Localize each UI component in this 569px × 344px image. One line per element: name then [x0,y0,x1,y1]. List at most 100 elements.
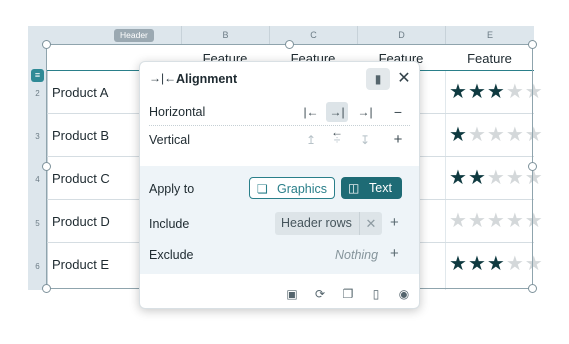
graphics-label: Graphics [277,182,328,196]
row-handle-icon[interactable]: ≡ [31,69,44,82]
product-cell: Product A [52,85,109,100]
star-filled-icon[interactable]: ★ [449,81,468,103]
refresh-icon[interactable]: ⟳ [312,286,328,302]
vertical-label: Vertical [149,133,190,147]
align-right-button[interactable]: →| [354,102,376,122]
add-vertical-button[interactable]: + [387,130,409,150]
product-cell: Product C [52,171,110,186]
product-cell: Product E [52,257,110,272]
column-header-e[interactable]: E [445,26,534,45]
preview-icon[interactable]: ◉ [396,286,412,302]
header-cell[interactable]: Feature [445,51,534,66]
star-filled-icon[interactable]: ★ [449,167,468,189]
star-empty-icon[interactable]: ★ [525,253,544,275]
star-empty-icon[interactable]: ★ [525,124,544,146]
apply-to-label: Apply to [149,182,195,196]
star-empty-icon[interactable]: ★ [487,167,506,189]
star-rating[interactable]: ★★★★★ [449,82,544,102]
plus-icon: + [393,131,403,148]
column-header-d[interactable]: D [357,26,445,45]
pin-icon: ▮ [374,72,382,86]
column-header-c[interactable]: C [269,26,357,45]
column-header-badge: Header [114,29,154,42]
text-label: Text [369,181,392,195]
star-rating[interactable]: ★★★★★ [449,211,544,231]
star-empty-icon[interactable]: ★ [506,81,525,103]
remove-chip-icon[interactable]: ✕ [359,212,382,235]
star-empty-icon[interactable]: ★ [506,210,525,232]
resize-handle[interactable] [528,284,537,293]
star-filled-icon[interactable]: ★ [487,253,506,275]
include-chip-label: Header rows [281,216,352,230]
text-toggle[interactable]: ◫ Text [341,177,402,199]
row-number: 3 [35,132,40,141]
resize-handle[interactable] [42,284,51,293]
resize-handle[interactable] [528,162,537,171]
add-exclude-button[interactable]: + [390,245,399,262]
star-filled-icon[interactable]: ★ [468,253,487,275]
align-middle-icon: ÷ [333,133,341,147]
column-header-a[interactable]: Header [47,26,181,45]
star-empty-icon[interactable]: ★ [487,210,506,232]
align-center-button[interactable]: →|← [326,102,348,139]
graphics-toggle[interactable]: ❏ Graphics [249,177,335,199]
resize-handle[interactable] [285,40,294,49]
save-icon[interactable]: ▣ [284,286,300,302]
include-label: Include [149,217,190,231]
align-bottom-icon: ↧ [359,133,371,147]
star-filled-icon[interactable]: ★ [449,253,468,275]
star-empty-icon[interactable]: ★ [525,210,544,232]
star-rating[interactable]: ★★★★★ [449,125,544,145]
close-button[interactable]: ✕ [395,69,413,89]
star-filled-icon[interactable]: ★ [487,81,506,103]
divider [149,125,410,126]
column-header-row: Header B C D E [28,26,534,46]
align-top-button[interactable]: ↥ [300,130,322,150]
horizontal-label: Horizontal [149,105,206,119]
minus-icon: − [393,104,403,120]
align-left-icon: |← [303,105,319,119]
copy-icon[interactable]: ❐ [340,286,356,302]
include-chip[interactable]: Header rows ✕ [275,212,382,235]
text-icon: ◫ [348,181,360,195]
resize-handle[interactable] [42,162,51,171]
resize-handle[interactable] [42,40,51,49]
star-filled-icon[interactable]: ★ [468,167,487,189]
star-filled-icon[interactable]: ★ [449,124,468,146]
row-number: 6 [35,262,40,271]
star-rating[interactable]: ★★★★★ [449,168,544,188]
exclude-label: Exclude [149,248,194,262]
align-top-icon: ↥ [305,133,317,147]
product-cell: Product D [52,214,110,229]
delete-icon[interactable]: ▯ [368,286,384,302]
graphics-icon: ❏ [257,182,268,196]
star-empty-icon[interactable]: ★ [506,167,525,189]
align-bottom-button[interactable]: ↧ [354,130,376,150]
align-middle-button[interactable]: ÷ [326,130,348,150]
popup-header: →|← Alignment ▮ ✕ [140,62,419,96]
star-empty-icon[interactable]: ★ [487,124,506,146]
align-center-icon: →|← [149,71,177,85]
align-right-icon: →| [357,105,373,119]
column-header-b[interactable]: B [181,26,269,45]
star-empty-icon[interactable]: ★ [506,253,525,275]
star-rating[interactable]: ★★★★★ [449,254,544,274]
close-icon: ✕ [397,70,411,87]
resize-handle[interactable] [528,40,537,49]
align-left-button[interactable]: |← [300,102,322,122]
row-number: 5 [35,219,40,228]
product-cell: Product B [52,128,110,143]
row-number: 2 [35,89,40,98]
star-empty-icon[interactable]: ★ [468,124,487,146]
remove-horizontal-button[interactable]: − [387,102,409,122]
add-include-button[interactable]: + [390,214,399,231]
exclude-value: Nothing [335,248,379,262]
popup-title: Alignment [176,72,238,86]
star-empty-icon[interactable]: ★ [525,81,544,103]
alignment-popup: →|← Alignment ▮ ✕ Horizontal |← →|← →| −… [139,61,420,309]
star-empty-icon[interactable]: ★ [449,210,468,232]
pin-button[interactable]: ▮ [366,68,390,90]
star-filled-icon[interactable]: ★ [468,81,487,103]
star-empty-icon[interactable]: ★ [506,124,525,146]
star-empty-icon[interactable]: ★ [468,210,487,232]
